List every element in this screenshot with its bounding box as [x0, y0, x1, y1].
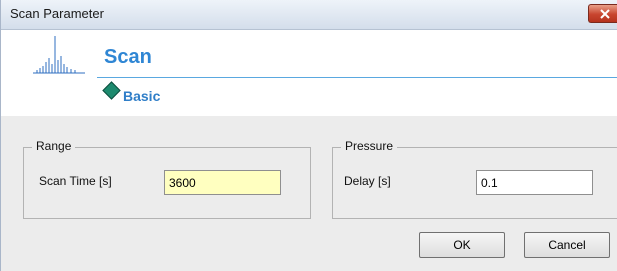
ok-button[interactable]: OK	[419, 232, 505, 258]
page-subtitle: Basic	[123, 88, 161, 104]
header-panel	[1, 30, 617, 116]
scan-time-label: Scan Time [s]	[39, 174, 112, 188]
close-button[interactable]	[588, 4, 617, 23]
pressure-group-legend: Pressure	[341, 139, 398, 153]
scan-time-input[interactable]	[164, 170, 281, 195]
cancel-button[interactable]: Cancel	[524, 232, 610, 258]
spectrum-icon	[33, 36, 85, 74]
delay-label: Delay [s]	[344, 174, 391, 188]
window-title: Scan Parameter	[10, 6, 104, 21]
page-title: Scan	[104, 46, 152, 68]
close-icon	[600, 9, 610, 19]
scan-parameter-dialog: Scan Parameter Scan Basic Range Scan Tim…	[0, 0, 617, 271]
range-group-legend: Range	[32, 139, 76, 153]
title-bar[interactable]: Scan Parameter	[1, 0, 617, 30]
title-divider	[97, 77, 617, 78]
delay-input[interactable]	[476, 170, 593, 195]
